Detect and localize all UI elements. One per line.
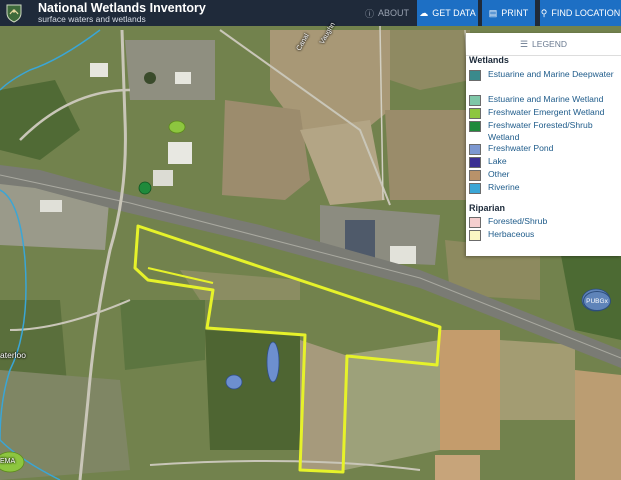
info-circle-icon: ⓘ bbox=[364, 8, 374, 19]
legend-item-riverine: Riverine bbox=[469, 182, 619, 194]
legend-swatch bbox=[469, 108, 481, 119]
ema-wetland-label: EMA bbox=[0, 458, 16, 465]
legend-item-estuarine-deepwater: Estuarine and Marine Deepwater bbox=[469, 69, 619, 81]
legend-item-freshwater-pond: Freshwater Pond bbox=[469, 143, 619, 155]
legend-item-other: Other bbox=[469, 169, 619, 181]
legend-swatch bbox=[469, 183, 481, 194]
farm-field bbox=[222, 100, 310, 200]
about-button-label: ABOUT bbox=[378, 8, 410, 18]
print-button[interactable]: ▤ PRINT bbox=[482, 0, 535, 26]
freshwater-pond[interactable] bbox=[225, 374, 243, 390]
cloud-download-icon: ☁ bbox=[419, 7, 429, 18]
developed-area bbox=[125, 40, 215, 100]
legend-item-estuarine-wetland: Estuarine and Marine Wetland bbox=[469, 94, 619, 106]
woodland bbox=[205, 330, 300, 450]
pubgx-wetland-badge: PUBGx bbox=[583, 291, 611, 311]
building bbox=[40, 200, 62, 212]
building bbox=[90, 63, 108, 77]
freshwater-pond[interactable] bbox=[266, 341, 280, 383]
pond bbox=[144, 72, 156, 84]
freshwater-emergent-wetland[interactable] bbox=[168, 120, 186, 134]
legend-item-freshwater-forested: Freshwater Forested/Shrub Wetland bbox=[469, 120, 619, 143]
legend-section-wetlands: Wetlands bbox=[469, 55, 509, 65]
farm-field bbox=[300, 340, 345, 470]
farm-field bbox=[390, 30, 470, 90]
legend-item-lake: Lake bbox=[469, 156, 619, 168]
building bbox=[175, 72, 191, 84]
get-data-button-label: GET DATA bbox=[432, 8, 476, 18]
legend-swatch bbox=[469, 144, 481, 155]
farm-field bbox=[500, 340, 575, 420]
woodland bbox=[120, 300, 205, 370]
legend-item-forested-shrub: Forested/Shrub bbox=[469, 216, 619, 228]
legend-swatch bbox=[469, 170, 481, 181]
list-icon: ☰ bbox=[519, 38, 529, 49]
freshwater-forested-wetland[interactable] bbox=[138, 181, 152, 195]
app-subtitle: surface waters and wetlands bbox=[38, 14, 146, 24]
legend-swatch bbox=[469, 217, 481, 228]
legend-swatch bbox=[469, 95, 481, 106]
get-data-button[interactable]: ☁ GET DATA bbox=[417, 0, 478, 26]
legend-swatch bbox=[469, 230, 481, 241]
legend-swatch bbox=[469, 121, 481, 132]
printer-icon: ▤ bbox=[488, 7, 498, 18]
find-location-button[interactable]: ⚲ FIND LOCATION bbox=[540, 0, 621, 26]
farm-field bbox=[440, 330, 500, 450]
app-title: National Wetlands Inventory bbox=[38, 1, 206, 15]
legend-section-riparian: Riparian bbox=[469, 203, 506, 213]
farm-field bbox=[385, 110, 470, 200]
farm-field bbox=[435, 455, 480, 480]
building bbox=[153, 170, 173, 186]
waterloo-town-label: aterloo bbox=[0, 350, 26, 360]
building bbox=[390, 246, 416, 264]
fws-shield-icon[interactable] bbox=[4, 3, 24, 23]
top-navigation-bar: National Wetlands Inventory surface wate… bbox=[0, 0, 621, 26]
legend-header[interactable]: ☰ LEGEND bbox=[466, 33, 621, 56]
about-button[interactable]: ⓘ ABOUT bbox=[362, 0, 412, 26]
legend-swatch bbox=[469, 157, 481, 168]
farm-field bbox=[575, 370, 621, 480]
print-button-label: PRINT bbox=[501, 8, 529, 18]
legend-item-herbaceous: Herbaceous bbox=[469, 229, 619, 241]
legend-panel: ☰ LEGEND Wetlands Estuarine and Marine D… bbox=[466, 33, 621, 256]
search-icon: ⚲ bbox=[540, 7, 548, 18]
legend-title: LEGEND bbox=[532, 39, 568, 49]
legend-item-freshwater-emergent: Freshwater Emergent Wetland bbox=[469, 107, 619, 119]
find-location-button-label: FIND LOCATION bbox=[551, 8, 621, 18]
legend-swatch bbox=[469, 70, 481, 81]
building bbox=[168, 142, 192, 164]
